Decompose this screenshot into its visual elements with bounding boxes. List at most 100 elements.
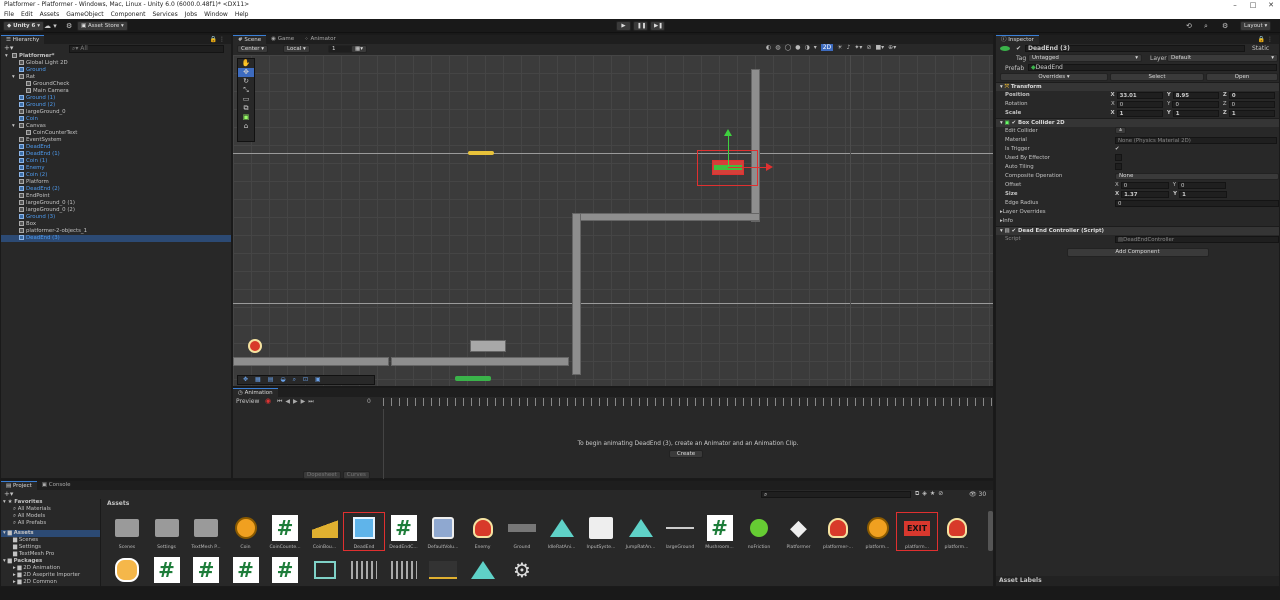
layer-overrides-foldout[interactable]: ▸ Layer Overrides [996,208,1279,217]
hierarchy-row[interactable]: largeGround_0 (1) [1,200,231,207]
tab-console[interactable]: ▣ Console [37,481,76,490]
axis-x-label[interactable]: X [1110,91,1114,100]
axis-z-label[interactable]: Z [1223,91,1227,100]
hierarchy-row[interactable]: Ground (1) [1,95,231,102]
asset-item[interactable]: JumpRatAn... [621,513,661,550]
asset-item[interactable]: Settings [147,513,187,550]
hierarchy-row[interactable]: Enemy [1,165,231,172]
transform-rotation-x-field[interactable]: 0 [1116,101,1164,108]
script-field[interactable]: ▤DeadEndController [1115,236,1279,243]
move-gizmo-x[interactable] [728,167,768,168]
axis-y-label[interactable]: Y [1167,109,1171,118]
hierarchy-row[interactable]: platformer-2-objects_1 [1,228,231,235]
axis-z-label[interactable]: Z [1223,100,1227,109]
overrides-dropdown[interactable]: Overrides ▾ [1000,73,1108,81]
undo-history-icon[interactable]: ⟲ [1186,22,1192,30]
dopesheet-tab[interactable]: Dopesheet [303,471,341,479]
settings-icon[interactable]: ⚙ [1222,22,1228,30]
asset-item[interactable]: TextMesh P... [186,513,226,550]
arrow-right-icon[interactable] [766,163,773,171]
package-2d-common[interactable]: ▸ ▆ 2D Common [1,579,100,586]
hierarchy-row[interactable]: ▾ Platformer* [1,53,231,60]
asset-item[interactable]: # [226,555,266,587]
lit-icon[interactable]: ● [795,44,800,51]
asset-item[interactable]: Enemy [463,513,503,550]
hidden-icon[interactable]: ⊘ [866,44,871,51]
menu-file[interactable]: File [4,10,14,19]
overlay-fill-icon[interactable]: ▣ [315,376,321,384]
asset-item[interactable] [384,555,424,587]
menu-jobs[interactable]: Jobs [185,10,197,19]
asset-item[interactable]: ⚙ [502,555,542,587]
edge-radius-field[interactable]: 0 [1115,200,1279,207]
timeline-ruler[interactable] [383,398,993,406]
tool-scale-icon[interactable]: ⤡ [238,86,254,95]
wire-icon[interactable]: ◯ [785,44,792,51]
folder-scenes[interactable]: ▆ Scenes [1,537,100,544]
asset-item[interactable]: largeGround [660,513,700,550]
account-button[interactable]: ◆ Unity 6 ▾ [3,21,45,31]
transform-header[interactable]: ▾ ⤧ Transform [996,82,1279,91]
hierarchy-row[interactable]: GroundCheck [1,81,231,88]
tool-move-icon[interactable]: ✥ [238,68,254,77]
light-icon[interactable]: ☀ [837,44,842,51]
tab-animation[interactable]: ◷ Animation [233,388,278,397]
tool-transform-icon[interactable]: ⧉ [238,104,254,113]
foldout-icon[interactable]: ▾ [5,53,12,60]
record-icon[interactable]: ◉ [265,397,271,405]
asset-item[interactable]: # CoinCounte... [265,513,305,550]
grid-toggle[interactable]: ▦▾ [351,45,367,53]
overlay-icon[interactable]: ▾ [814,44,817,51]
close-icon[interactable]: ✕ [1262,0,1280,10]
hierarchy-row[interactable]: Main Camera [1,88,231,95]
camera-icon[interactable]: ■▾ [875,44,884,51]
hierarchy-row[interactable]: EndPoint [1,193,231,200]
size-y-field[interactable]: 1 [1179,191,1228,198]
ground-left[interactable] [233,357,389,366]
edit-collider-button[interactable]: ⩓ [1115,127,1127,134]
tab-game[interactable]: ◉ Game [266,35,299,44]
mushroom-enemy-sprite[interactable] [248,339,262,353]
asset-item[interactable] [305,555,345,587]
collab-icon[interactable]: ⚙ [66,22,72,30]
project-search-input[interactable]: ⌕ [761,491,911,498]
step-button[interactable]: ▶❚ [650,21,665,31]
foldout-icon[interactable]: ▾ [12,123,19,130]
2d-toggle[interactable]: 2D [820,44,834,51]
fav-all-models[interactable]: ⌕ All Models [1,513,100,520]
hierarchy-row[interactable]: EventSystem [1,137,231,144]
box-sprite[interactable] [470,340,506,352]
pause-button[interactable]: ❚❚ [633,21,648,31]
asset-labels-bar[interactable]: Asset Labels [996,576,1279,586]
scene-viewport[interactable]: ✋ ✥ ↻ ⤡ ▭ ⧉ ▣ ⌂ ✥ ▦ ▤ ◒ ⌕ ⊡ ▣ [233,55,993,386]
axis-y-label[interactable]: Y [1167,91,1171,100]
hierarchy-row[interactable]: Ground (3) [1,214,231,221]
asset-item[interactable]: platform... [858,513,898,550]
asset-item[interactable] [423,555,463,587]
menu-gameobject[interactable]: GameObject [66,10,103,19]
script-component-header[interactable]: ▾ ▤ ✔ Dead End Controller (Script) [996,226,1279,235]
time-field[interactable]: 0 [367,398,371,405]
cloud-icon[interactable]: ☁ ▾ [44,22,57,30]
package-aseprite[interactable]: ▸ ▆ 2D Aseprite Importer [1,572,100,579]
box-collider-header[interactable]: ▾ ▣ ✔ Box Collider 2D [996,118,1279,127]
package-2d-animation[interactable]: ▸ ▆ 2D Animation [1,565,100,572]
wall-left[interactable] [572,213,581,375]
tab-project[interactable]: ▤ Project [1,481,37,490]
space-dropdown[interactable]: Local ▾ [283,45,310,53]
asset-item[interactable]: Scenes [107,513,147,550]
asset-item[interactable]: # DeadEndC... [384,513,424,550]
asset-item[interactable] [463,555,503,587]
static-toggle[interactable]: Static [1252,45,1269,52]
tab-scene[interactable]: # Scene [233,35,267,44]
size-x-field[interactable]: 1.37 [1121,191,1170,198]
tab-animator[interactable]: ⁘ Animator [299,35,341,44]
hierarchy-row[interactable]: DeadEnd (2) [1,186,231,193]
hierarchy-row[interactable]: largeGround_0 [1,109,231,116]
asset-item[interactable]: DefaultVolu... [423,513,463,550]
folder-textmesh[interactable]: ▆ TextMesh Pro [1,551,100,558]
overlay-move-icon[interactable]: ✥ [243,376,248,384]
asset-item[interactable]: IdleRatAni... [542,513,582,550]
hierarchy-row[interactable]: DeadEnd (1) [1,151,231,158]
menu-assets[interactable]: Assets [40,10,60,19]
